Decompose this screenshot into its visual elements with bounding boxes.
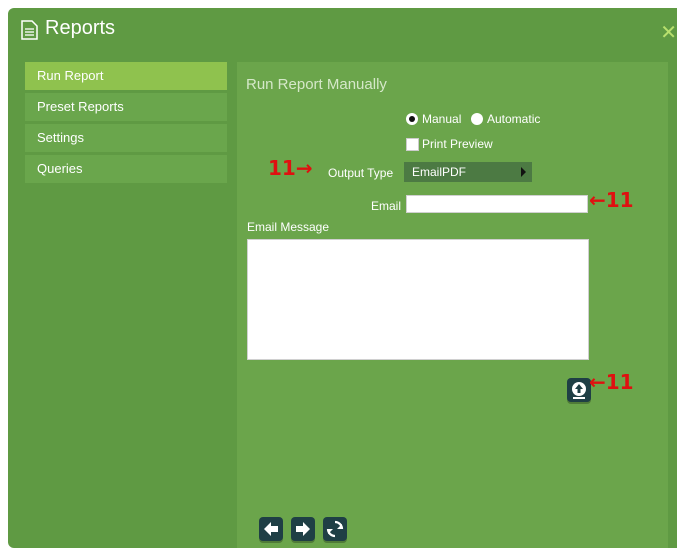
email-message-label: Email Message	[247, 220, 330, 234]
automatic-label: Automatic	[487, 112, 541, 126]
refresh-button[interactable]	[323, 517, 347, 541]
automatic-radio[interactable]	[471, 113, 483, 125]
close-icon[interactable]: ✕	[660, 20, 677, 45]
manual-radio[interactable]	[406, 113, 418, 125]
reports-window: Reports ✕ Run Report Preset Reports Sett…	[8, 8, 677, 548]
email-field[interactable]	[406, 195, 588, 213]
sidebar-item-queries[interactable]: Queries	[25, 155, 227, 183]
document-icon	[21, 20, 38, 40]
title-bar: Reports ✕	[8, 8, 677, 52]
output-type-annotation: 11→	[268, 156, 313, 180]
run-report-panel: Run Report Manually Manual Automatic Pri…	[237, 62, 668, 548]
email-label: Email	[371, 199, 402, 213]
back-button[interactable]	[259, 517, 283, 541]
email-message-textarea[interactable]	[247, 239, 589, 360]
print-preview-label: Print Preview	[422, 137, 493, 151]
forward-button[interactable]	[291, 517, 315, 541]
print-preview-checkbox[interactable]	[406, 138, 419, 151]
run-report-button[interactable]	[567, 378, 591, 402]
manual-label: Manual	[422, 112, 462, 126]
output-type-select[interactable]: EmailPDF	[404, 162, 532, 182]
email-annotation: ←11	[589, 188, 634, 212]
sidebar-item-preset-reports[interactable]: Preset Reports	[25, 93, 227, 121]
sidebar: Run Report Preset Reports Settings Queri…	[25, 62, 227, 186]
window-title: Reports	[45, 17, 116, 39]
run-button-annotation: ←11	[589, 370, 634, 394]
output-type-value: EmailPDF	[412, 165, 467, 179]
sidebar-item-run-report[interactable]: Run Report	[25, 62, 227, 90]
caret-right-icon	[521, 167, 526, 177]
output-type-label: Output Type	[328, 166, 394, 180]
panel-heading: Run Report Manually	[246, 76, 387, 93]
sidebar-item-settings[interactable]: Settings	[25, 124, 227, 152]
